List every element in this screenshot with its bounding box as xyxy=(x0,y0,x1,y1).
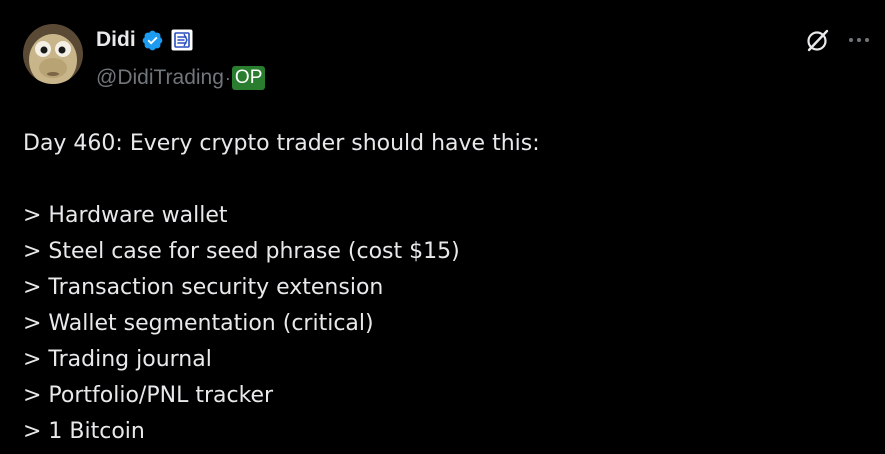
tweet-list-item: > Wallet segmentation (critical) xyxy=(23,311,374,336)
author-handle-row: @DidiTrading · OP xyxy=(96,64,266,92)
more-options-icon[interactable] xyxy=(845,26,873,54)
author-name-row: Didi xyxy=(96,26,194,54)
avatar-image xyxy=(23,24,83,84)
affiliate-badge-icon[interactable] xyxy=(170,28,194,52)
separator-dot: · xyxy=(224,68,231,88)
tweet-headline: Day 460: Every crypto trader should have… xyxy=(23,131,540,156)
tweet-text: Day 460: Every crypto trader should have… xyxy=(23,126,863,450)
op-badge: OP xyxy=(231,66,266,90)
tweet-list-item: > Transaction security extension xyxy=(23,275,384,300)
tweet-list-item: > 1 Bitcoin xyxy=(23,419,145,444)
tweet-list-item: > Trading journal xyxy=(23,347,212,372)
author-display-name[interactable]: Didi xyxy=(96,26,136,54)
grok-icon[interactable] xyxy=(804,26,832,54)
tweet-list-item: > Hardware wallet xyxy=(23,203,228,228)
tweet-list-item: > Portfolio/PNL tracker xyxy=(23,383,274,408)
avatar[interactable] xyxy=(23,24,83,84)
author-handle[interactable]: @DidiTrading xyxy=(96,64,224,92)
verified-badge-icon[interactable] xyxy=(141,29,164,52)
tweet-list-item: > Steel case for seed phrase (cost $15) xyxy=(23,239,460,264)
